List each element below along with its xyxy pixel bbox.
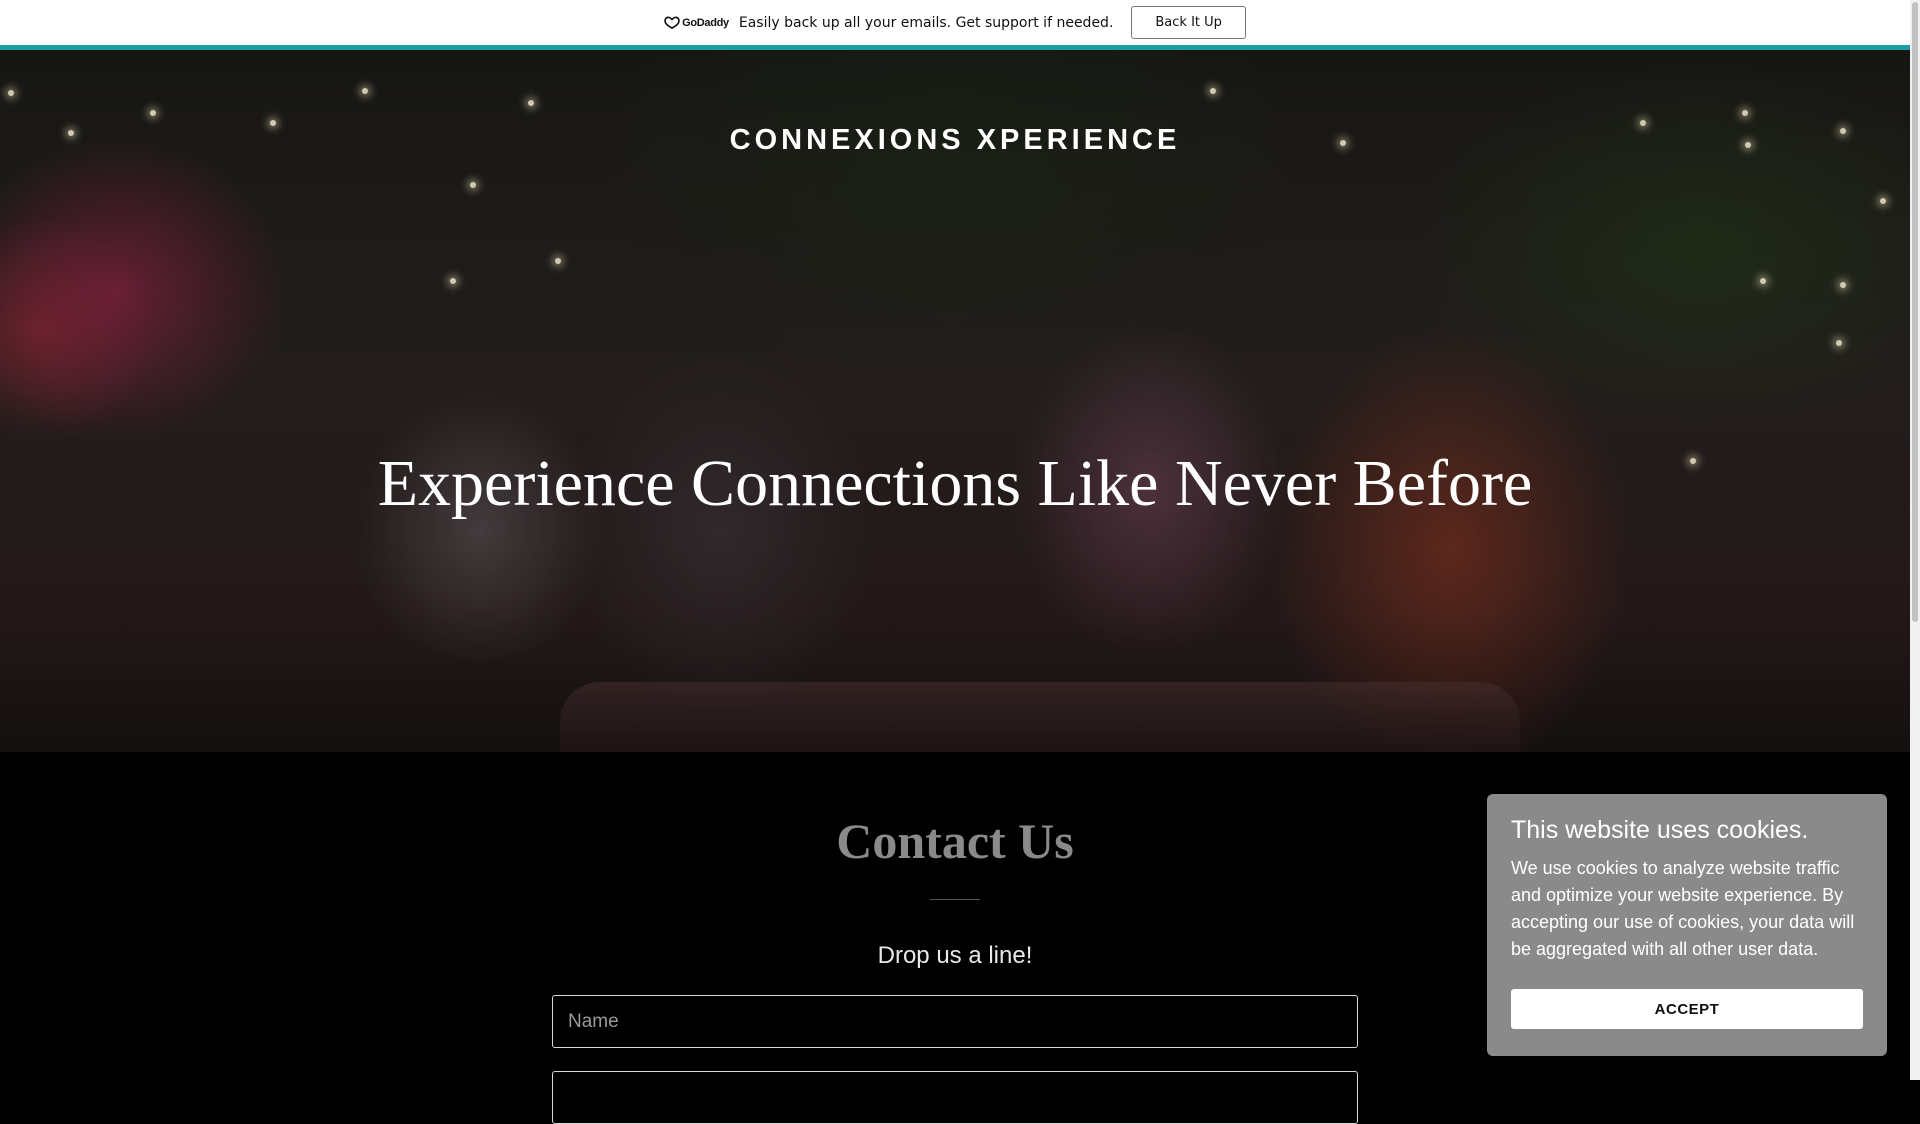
promo-message: Easily back up all your emails. Get supp… bbox=[738, 14, 1114, 31]
hero-section: CONNEXIONS XPERIENCE Experience Connecti… bbox=[0, 50, 1910, 752]
cookie-title: This website uses cookies. bbox=[1511, 816, 1809, 844]
scrollbar-thumb[interactable] bbox=[1912, 2, 1918, 622]
contact-divider bbox=[930, 899, 980, 900]
name-input[interactable] bbox=[552, 995, 1358, 1048]
godaddy-logo-text: GoDaddy bbox=[682, 16, 729, 29]
accept-cookies-button[interactable]: ACCEPT bbox=[1511, 989, 1863, 1029]
hero-headline: Experience Connections Like Never Before bbox=[377, 447, 1533, 520]
site-brand[interactable]: CONNEXIONS XPERIENCE bbox=[0, 124, 1910, 157]
godaddy-icon bbox=[664, 16, 680, 29]
godaddy-logo: GoDaddy bbox=[664, 16, 729, 29]
cookie-banner: This website uses cookies. We use cookie… bbox=[1487, 794, 1887, 1056]
email-input[interactable] bbox=[552, 1071, 1358, 1124]
back-it-up-button[interactable]: Back It Up bbox=[1131, 6, 1246, 39]
cookie-body: We use cookies to analyze website traffi… bbox=[1511, 858, 1855, 959]
promo-bar: GoDaddy Easily back up all your emails. … bbox=[0, 0, 1910, 45]
